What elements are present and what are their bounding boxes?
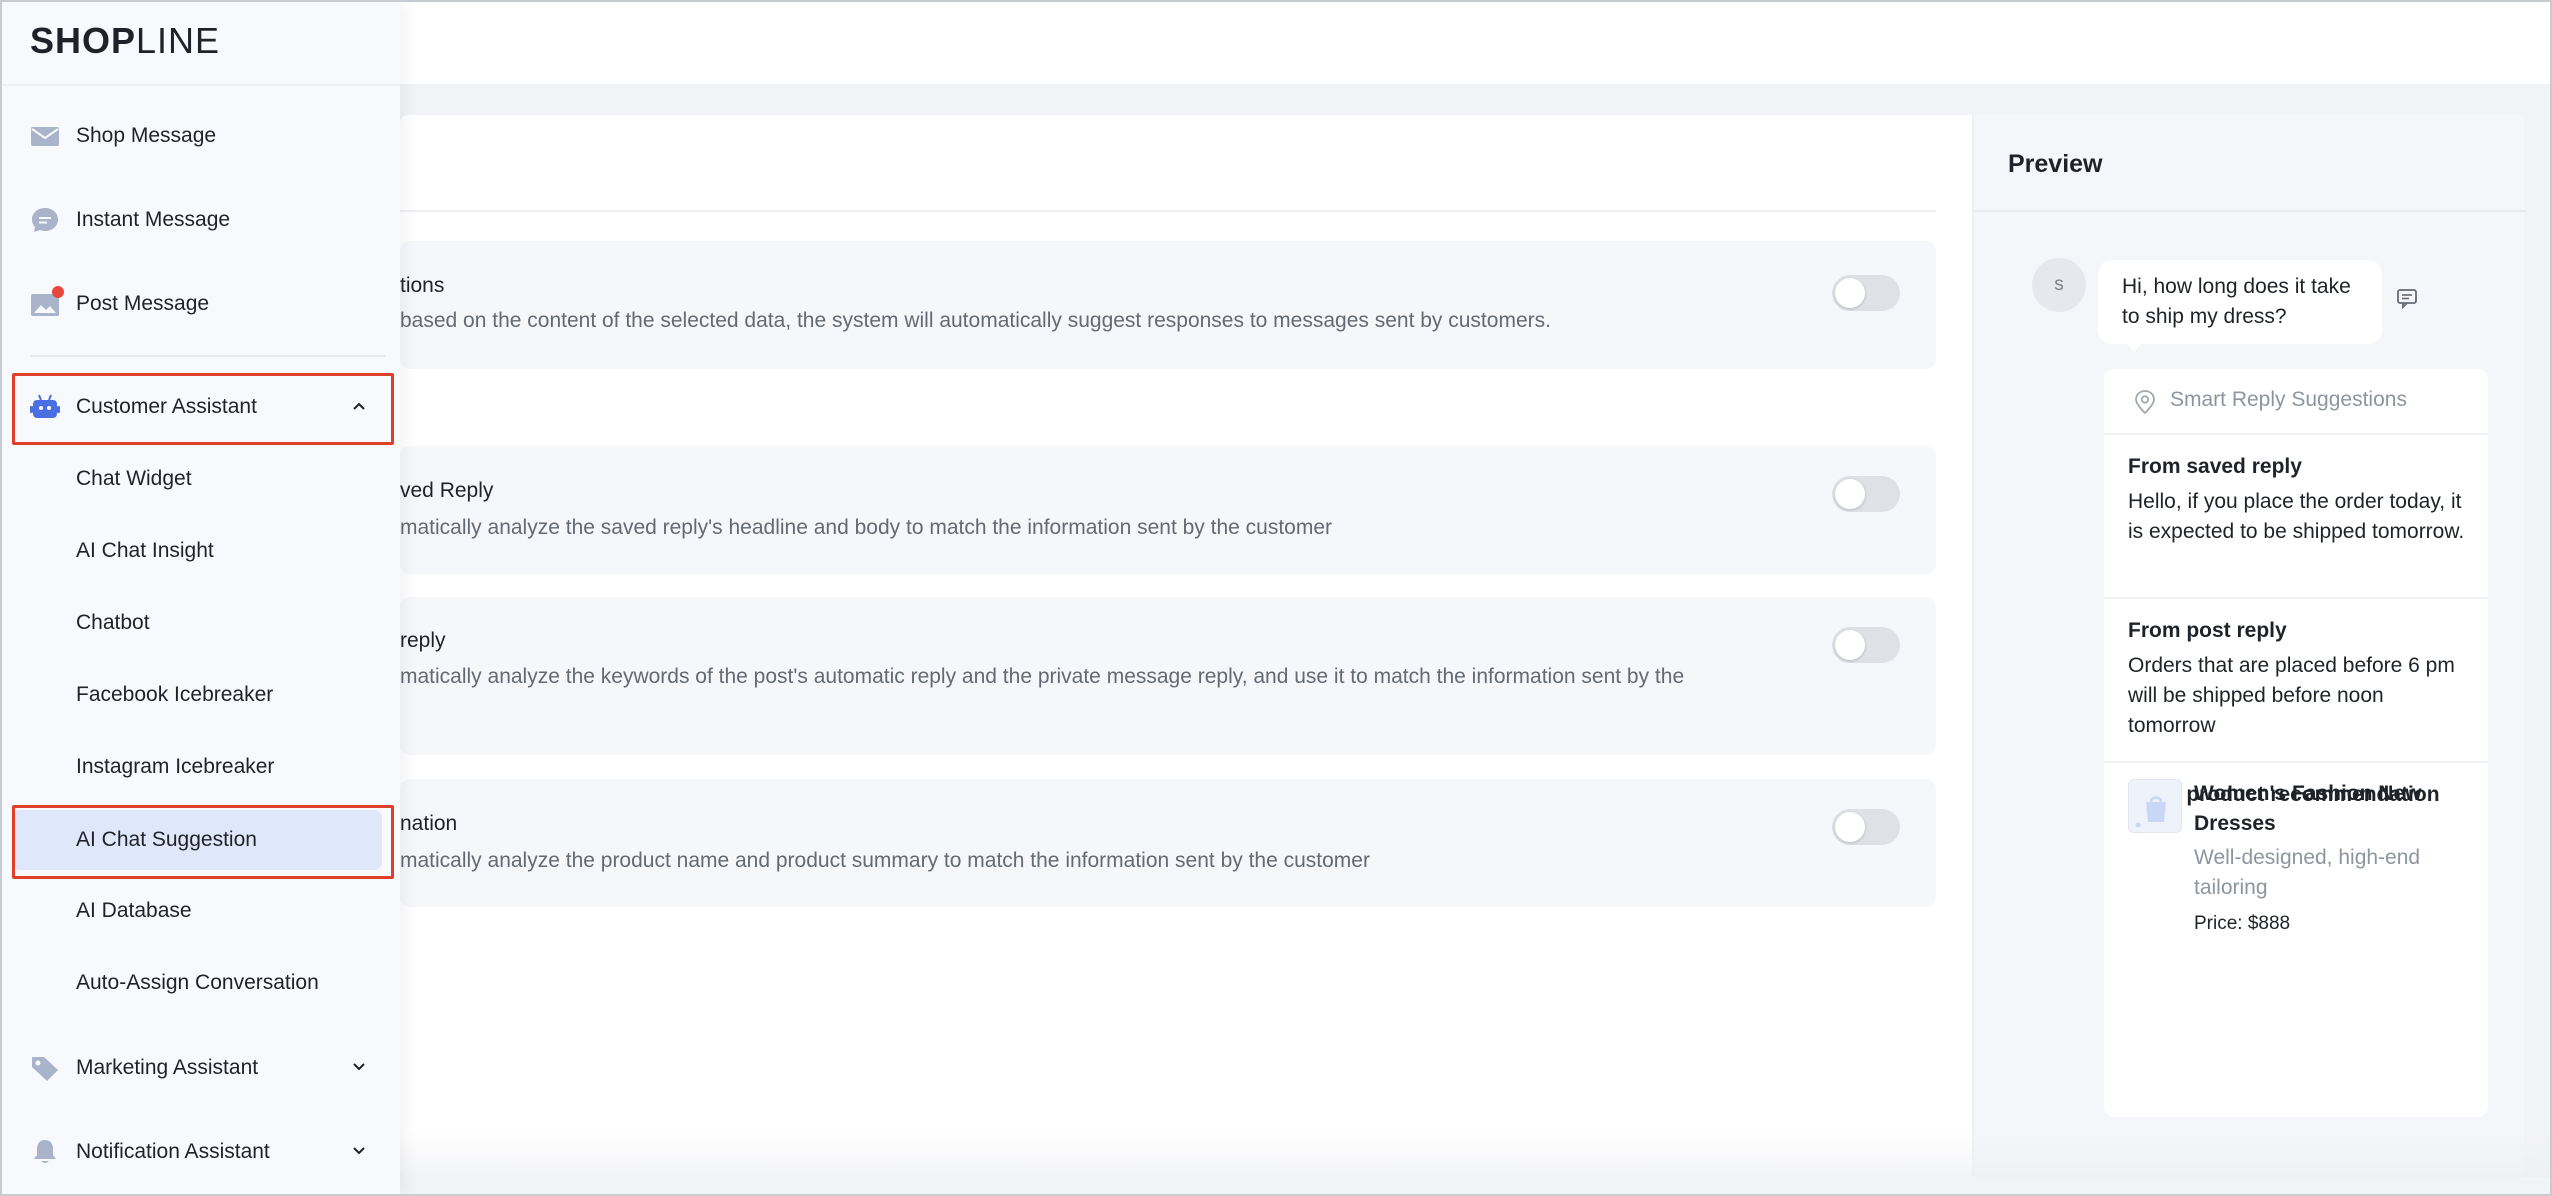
lightbulb-icon xyxy=(2135,390,2155,415)
saved-reply-toggle[interactable] xyxy=(1832,476,1900,512)
envelope-icon xyxy=(31,127,59,146)
shopping-bag-icon xyxy=(2135,796,2166,828)
chevron-down-icon xyxy=(353,1063,365,1071)
ai-suggestions-toggle[interactable] xyxy=(1832,275,1900,311)
sidebar-item-label: Marketing Assistant xyxy=(76,1056,259,1079)
setting-description: matically analyze the saved reply's head… xyxy=(400,516,1333,539)
robot-icon xyxy=(30,394,60,418)
suggestion-text: Orders that are placed before 6 pm will … xyxy=(2128,654,2455,737)
sidebar-item-post-message[interactable]: Post Message xyxy=(12,274,392,334)
chat-bubble-icon xyxy=(32,208,58,232)
logo-divider xyxy=(2,84,400,86)
setting-title: tions xyxy=(400,274,445,297)
sidebar-subitem-label: Auto-Assign Conversation xyxy=(76,971,319,994)
sidebar-item-label: Shop Message xyxy=(76,124,217,147)
sidebar-subitem-chatbot[interactable]: Chatbot xyxy=(12,594,382,652)
preview-title: Preview xyxy=(2008,150,2103,178)
bell-icon xyxy=(34,1140,56,1163)
customer-avatar: s xyxy=(2032,258,2086,312)
setting-card-product-information: nation matically analyze the product nam… xyxy=(400,779,1936,907)
suggestion-source-title: From post reply xyxy=(2128,619,2287,642)
setting-card-saved-reply: ved Reply matically analyze the saved re… xyxy=(400,446,1936,574)
sidebar: SHOPLINE Shop Message Instant Message Po… xyxy=(2,2,400,1194)
sidebar-subitem-label: AI Chat Insight xyxy=(76,539,214,562)
chevron-down-icon xyxy=(353,1147,365,1155)
setting-description: matically analyze the product name and p… xyxy=(400,849,1370,872)
sidebar-subitem-label: Chat Widget xyxy=(76,467,192,490)
sidebar-subitem-label: AI Chat Suggestion xyxy=(76,828,257,851)
panel-header-divider xyxy=(400,210,1936,212)
saved-reply-suggestion[interactable]: From saved reply Hello, if you place the… xyxy=(2104,435,2488,599)
setting-description: matically analyze the keywords of the po… xyxy=(400,665,1685,688)
sidebar-item-instant-message[interactable]: Instant Message xyxy=(12,190,392,250)
suggestions-header: Smart Reply Suggestions xyxy=(2104,369,2488,435)
setting-title: nation xyxy=(400,812,458,835)
sidebar-subitem-ai-chat-suggestion[interactable]: AI Chat Suggestion xyxy=(12,810,382,870)
logo-light-text: LINE xyxy=(136,20,221,61)
toggle-knob xyxy=(1835,630,1865,660)
sidebar-item-label: Notification Assistant xyxy=(76,1140,270,1163)
suggestion-source-title: From saved reply xyxy=(2128,455,2302,478)
sidebar-subitem-label: Facebook Icebreaker xyxy=(76,683,274,706)
sidebar-subitem-instagram-icebreaker[interactable]: Instagram Icebreaker xyxy=(12,738,382,796)
logo-bold-text: SHOP xyxy=(30,20,137,61)
sidebar-item-label: Instant Message xyxy=(76,208,231,231)
sidebar-subitem-ai-database[interactable]: AI Database xyxy=(12,882,382,940)
sidebar-item-label: Customer Assistant xyxy=(76,395,257,418)
product-price: Price: $888 xyxy=(2194,913,2291,934)
toggle-knob xyxy=(1835,812,1865,842)
setting-card-ai-suggestions: tions based on the content of the select… xyxy=(400,241,1936,369)
sidebar-divider xyxy=(30,355,386,357)
setting-card-post-reply: reply matically analyze the keywords of … xyxy=(400,597,1936,755)
app-window: tions based on the content of the select… xyxy=(0,0,2552,1196)
customer-message-bubble: Hi, how long does it take to ship my dre… xyxy=(2098,260,2382,344)
product-information-toggle[interactable] xyxy=(1832,809,1900,845)
bottom-fade xyxy=(400,1132,2550,1177)
setting-description: based on the content of the selected dat… xyxy=(400,309,1551,332)
post-reply-suggestion[interactable]: From post reply Orders that are placed b… xyxy=(2104,599,2488,763)
sidebar-subitem-label: Chatbot xyxy=(76,611,150,634)
sidebar-item-shop-message[interactable]: Shop Message xyxy=(12,106,392,166)
image-post-icon xyxy=(31,286,64,316)
sidebar-subitem-facebook-icebreaker[interactable]: Facebook Icebreaker xyxy=(12,666,382,724)
toggle-knob xyxy=(1835,278,1865,308)
smart-reply-suggestions-card: Smart Reply Suggestions From saved reply… xyxy=(2104,369,2488,1117)
sidebar-item-marketing-assistant[interactable]: Marketing Assistant xyxy=(12,1038,392,1098)
settings-panel: tions based on the content of the select… xyxy=(400,115,1972,1177)
sidebar-item-label: Post Message xyxy=(76,292,210,315)
notification-badge xyxy=(52,286,64,298)
sidebar-subitem-ai-chat-insight[interactable]: AI Chat Insight xyxy=(12,522,382,580)
setting-title: ved Reply xyxy=(400,479,494,502)
bubble-tail xyxy=(2124,340,2144,352)
chevron-up-icon xyxy=(353,402,365,410)
sidebar-item-customer-assistant[interactable]: Customer Assistant xyxy=(12,377,392,437)
suggestions-header-label: Smart Reply Suggestions xyxy=(2170,388,2407,411)
sidebar-subitem-auto-assign-conversation[interactable]: Auto-Assign Conversation xyxy=(12,954,382,1012)
sidebar-subitem-label: Instagram Icebreaker xyxy=(76,755,275,778)
sidebar-item-notification-assistant[interactable]: Notification Assistant xyxy=(12,1122,392,1182)
shopline-logo[interactable]: SHOPLINE xyxy=(30,16,220,66)
sidebar-subitem-chat-widget[interactable]: Chat Widget xyxy=(12,450,382,508)
suggestion-text: Hello, if you place the order today, it … xyxy=(2128,490,2465,543)
post-reply-toggle[interactable] xyxy=(1832,627,1900,663)
product-description: Well-designed, high-end tailoring xyxy=(2194,846,2421,899)
product-thumbnail xyxy=(2128,779,2182,833)
message-note-icon[interactable] xyxy=(2396,287,2418,309)
setting-title: reply xyxy=(400,629,446,652)
preview-panel: Preview s Hi, how long does it take to s… xyxy=(1972,115,2526,1177)
product-name: Women's Fashion New Dresses xyxy=(2194,782,2422,835)
sidebar-subitem-label: AI Database xyxy=(76,899,192,922)
toggle-knob xyxy=(1835,479,1865,509)
preview-header-divider xyxy=(1974,210,2526,212)
tag-icon xyxy=(32,1057,58,1081)
